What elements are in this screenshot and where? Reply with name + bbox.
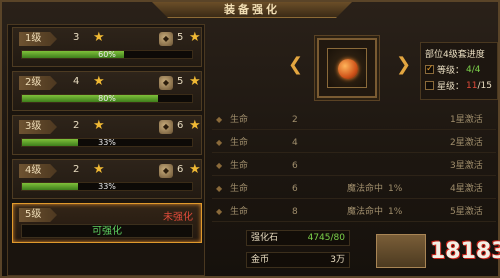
level-list: 1级 3 ★ ◆ 5 ★ 60% 2级 4 ★ ◆ 5 ★ 80% 3级 2 ★…: [7, 24, 205, 276]
enhance-window: 装备强化 1级 3 ★ ◆ 5 ★ 60% 2级 4 ★ ◆ 5 ★ 80% 3…: [0, 0, 500, 278]
prev-arrow-icon[interactable]: ❮: [288, 54, 303, 75]
star-icon: ★: [93, 30, 105, 45]
level-row-2[interactable]: 2级 4 ★ ◆ 5 ★ 80%: [12, 71, 202, 111]
amulet-icon: [338, 59, 358, 79]
level-tab: 4级: [19, 164, 57, 178]
diamond-icon: ◆: [216, 161, 223, 170]
set-progress-title: 部位4级套进度: [425, 50, 485, 60]
attr-activate: 3星激活: [450, 161, 483, 171]
attribute-row: ◆ 生命 4 2星激活: [212, 133, 496, 153]
cost-label: 金币: [251, 255, 270, 265]
attr-extra: 魔法命中: [347, 207, 384, 217]
star-count: 4: [73, 76, 80, 87]
progress-text: 80%: [98, 94, 116, 103]
gem-count: 5: [177, 32, 184, 43]
star-progress-row: 星级： 11 /15: [425, 79, 493, 92]
level-label: 等级：: [437, 66, 465, 76]
gem-icon: ◆: [159, 164, 173, 178]
progress-text: 33%: [98, 182, 116, 191]
progress-text: 33%: [98, 138, 116, 147]
item-inner: [327, 48, 367, 88]
diamond-icon: ◆: [216, 207, 223, 216]
attr-value: 8: [292, 207, 298, 217]
level-tab: 3级: [19, 120, 57, 134]
level-row-3[interactable]: 3级 2 ★ ◆ 6 ★ 33%: [12, 115, 202, 155]
star-icon: ★: [93, 74, 105, 89]
level-tab: 5级: [19, 208, 57, 222]
diamond-icon: ◆: [216, 184, 223, 193]
star-icon: ★: [189, 162, 201, 177]
star-icon: ★: [93, 162, 105, 177]
attribute-table: ◆ 生命 2 1星激活 ◆ 生命 4 2星激活 ◆ 生命 6 3星激活 ◆ 生命…: [212, 110, 496, 224]
next-arrow-icon[interactable]: ❯: [396, 54, 411, 75]
star-count: 2: [73, 164, 80, 175]
item-slot[interactable]: [317, 38, 377, 98]
progress-bar: 33%: [21, 182, 193, 191]
attr-value: 2: [292, 115, 298, 125]
level-row-1[interactable]: 1级 3 ★ ◆ 5 ★ 60%: [12, 27, 202, 67]
attr-value: 4: [292, 138, 298, 148]
progress-bar: 33%: [21, 138, 193, 147]
cost-value: 3万: [330, 255, 345, 265]
attr-name: 生命: [230, 161, 249, 171]
attribute-row: ◆ 生命 2 1星激活: [212, 110, 496, 130]
level-progress-row: ✓ 等级： 4/4: [425, 63, 493, 76]
checkbox-icon: [425, 81, 434, 90]
diamond-icon: ◆: [216, 115, 223, 124]
set-progress-box: 部位4级套进度 ✓ 等级： 4/4 星级： 11 /15: [420, 42, 498, 100]
level-value: 4/4: [466, 64, 481, 75]
star-icon: ★: [189, 118, 201, 133]
attr-activate: 5星激活: [450, 207, 483, 217]
cost-value: 4745/80: [307, 233, 345, 243]
cost-stone: 强化石 4745/80: [246, 230, 350, 246]
attribute-row: ◆ 生命 6 魔法命中 1% 4星激活: [212, 179, 496, 199]
level-tab: 2级: [19, 76, 57, 90]
window-title: 装备强化: [152, 2, 352, 18]
star-current: 11: [466, 80, 478, 91]
progress-bar: 80%: [21, 94, 193, 103]
item-display: ❮ ❯ 部位4级套进度 ✓ 等级： 4/4 星级： 11 /15: [212, 20, 498, 110]
progress-text: 60%: [98, 50, 116, 59]
gem-icon: ◆: [159, 120, 173, 134]
star-icon: ★: [189, 74, 201, 89]
gem-icon: ◆: [159, 76, 173, 90]
attr-extra: 魔法命中: [347, 184, 384, 194]
attr-name: 生命: [230, 138, 249, 148]
level-tab: 1级: [19, 32, 57, 46]
star-icon: ★: [189, 30, 201, 45]
star-count: 2: [73, 120, 80, 131]
level-row-5[interactable]: 5级 未强化 可强化: [12, 203, 202, 243]
check-icon: ✓: [425, 64, 434, 74]
gem-icon: ◆: [159, 32, 173, 46]
cost-label: 强化石: [251, 233, 279, 243]
attr-value: 6: [292, 161, 298, 171]
attr-extra-value: 1%: [388, 207, 403, 217]
attr-name: 生命: [230, 207, 249, 217]
gem-count: 6: [177, 120, 184, 131]
attribute-row: ◆ 生命 6 3星激活: [212, 156, 496, 176]
attr-activate: 4星激活: [450, 184, 483, 194]
gem-count: 5: [177, 76, 184, 87]
enhance-button[interactable]: [376, 234, 426, 268]
star-count: 3: [73, 32, 80, 43]
attr-name: 生命: [230, 184, 249, 194]
attr-extra-value: 1%: [388, 184, 403, 194]
star-icon: ★: [93, 118, 105, 133]
attr-name: 生命: [230, 115, 249, 125]
progress-bar: 60%: [21, 50, 193, 59]
can-enhance-label[interactable]: 可强化: [21, 224, 193, 238]
site-logo: 18183: [430, 239, 500, 264]
star-total: /15: [477, 80, 492, 91]
level-row-4[interactable]: 4级 2 ★ ◆ 6 ★ 33%: [12, 159, 202, 199]
gem-count: 6: [177, 164, 184, 175]
cost-gold: 金币 3万: [246, 252, 350, 268]
diamond-icon: ◆: [216, 138, 223, 147]
attr-activate: 2星激活: [450, 138, 483, 148]
attr-activate: 1星激活: [450, 115, 483, 125]
star-label: 星级：: [437, 82, 465, 92]
attribute-row: ◆ 生命 8 魔法命中 1% 5星激活: [212, 202, 496, 222]
attr-value: 6: [292, 184, 298, 194]
status-not-enhanced: 未强化: [163, 212, 193, 223]
